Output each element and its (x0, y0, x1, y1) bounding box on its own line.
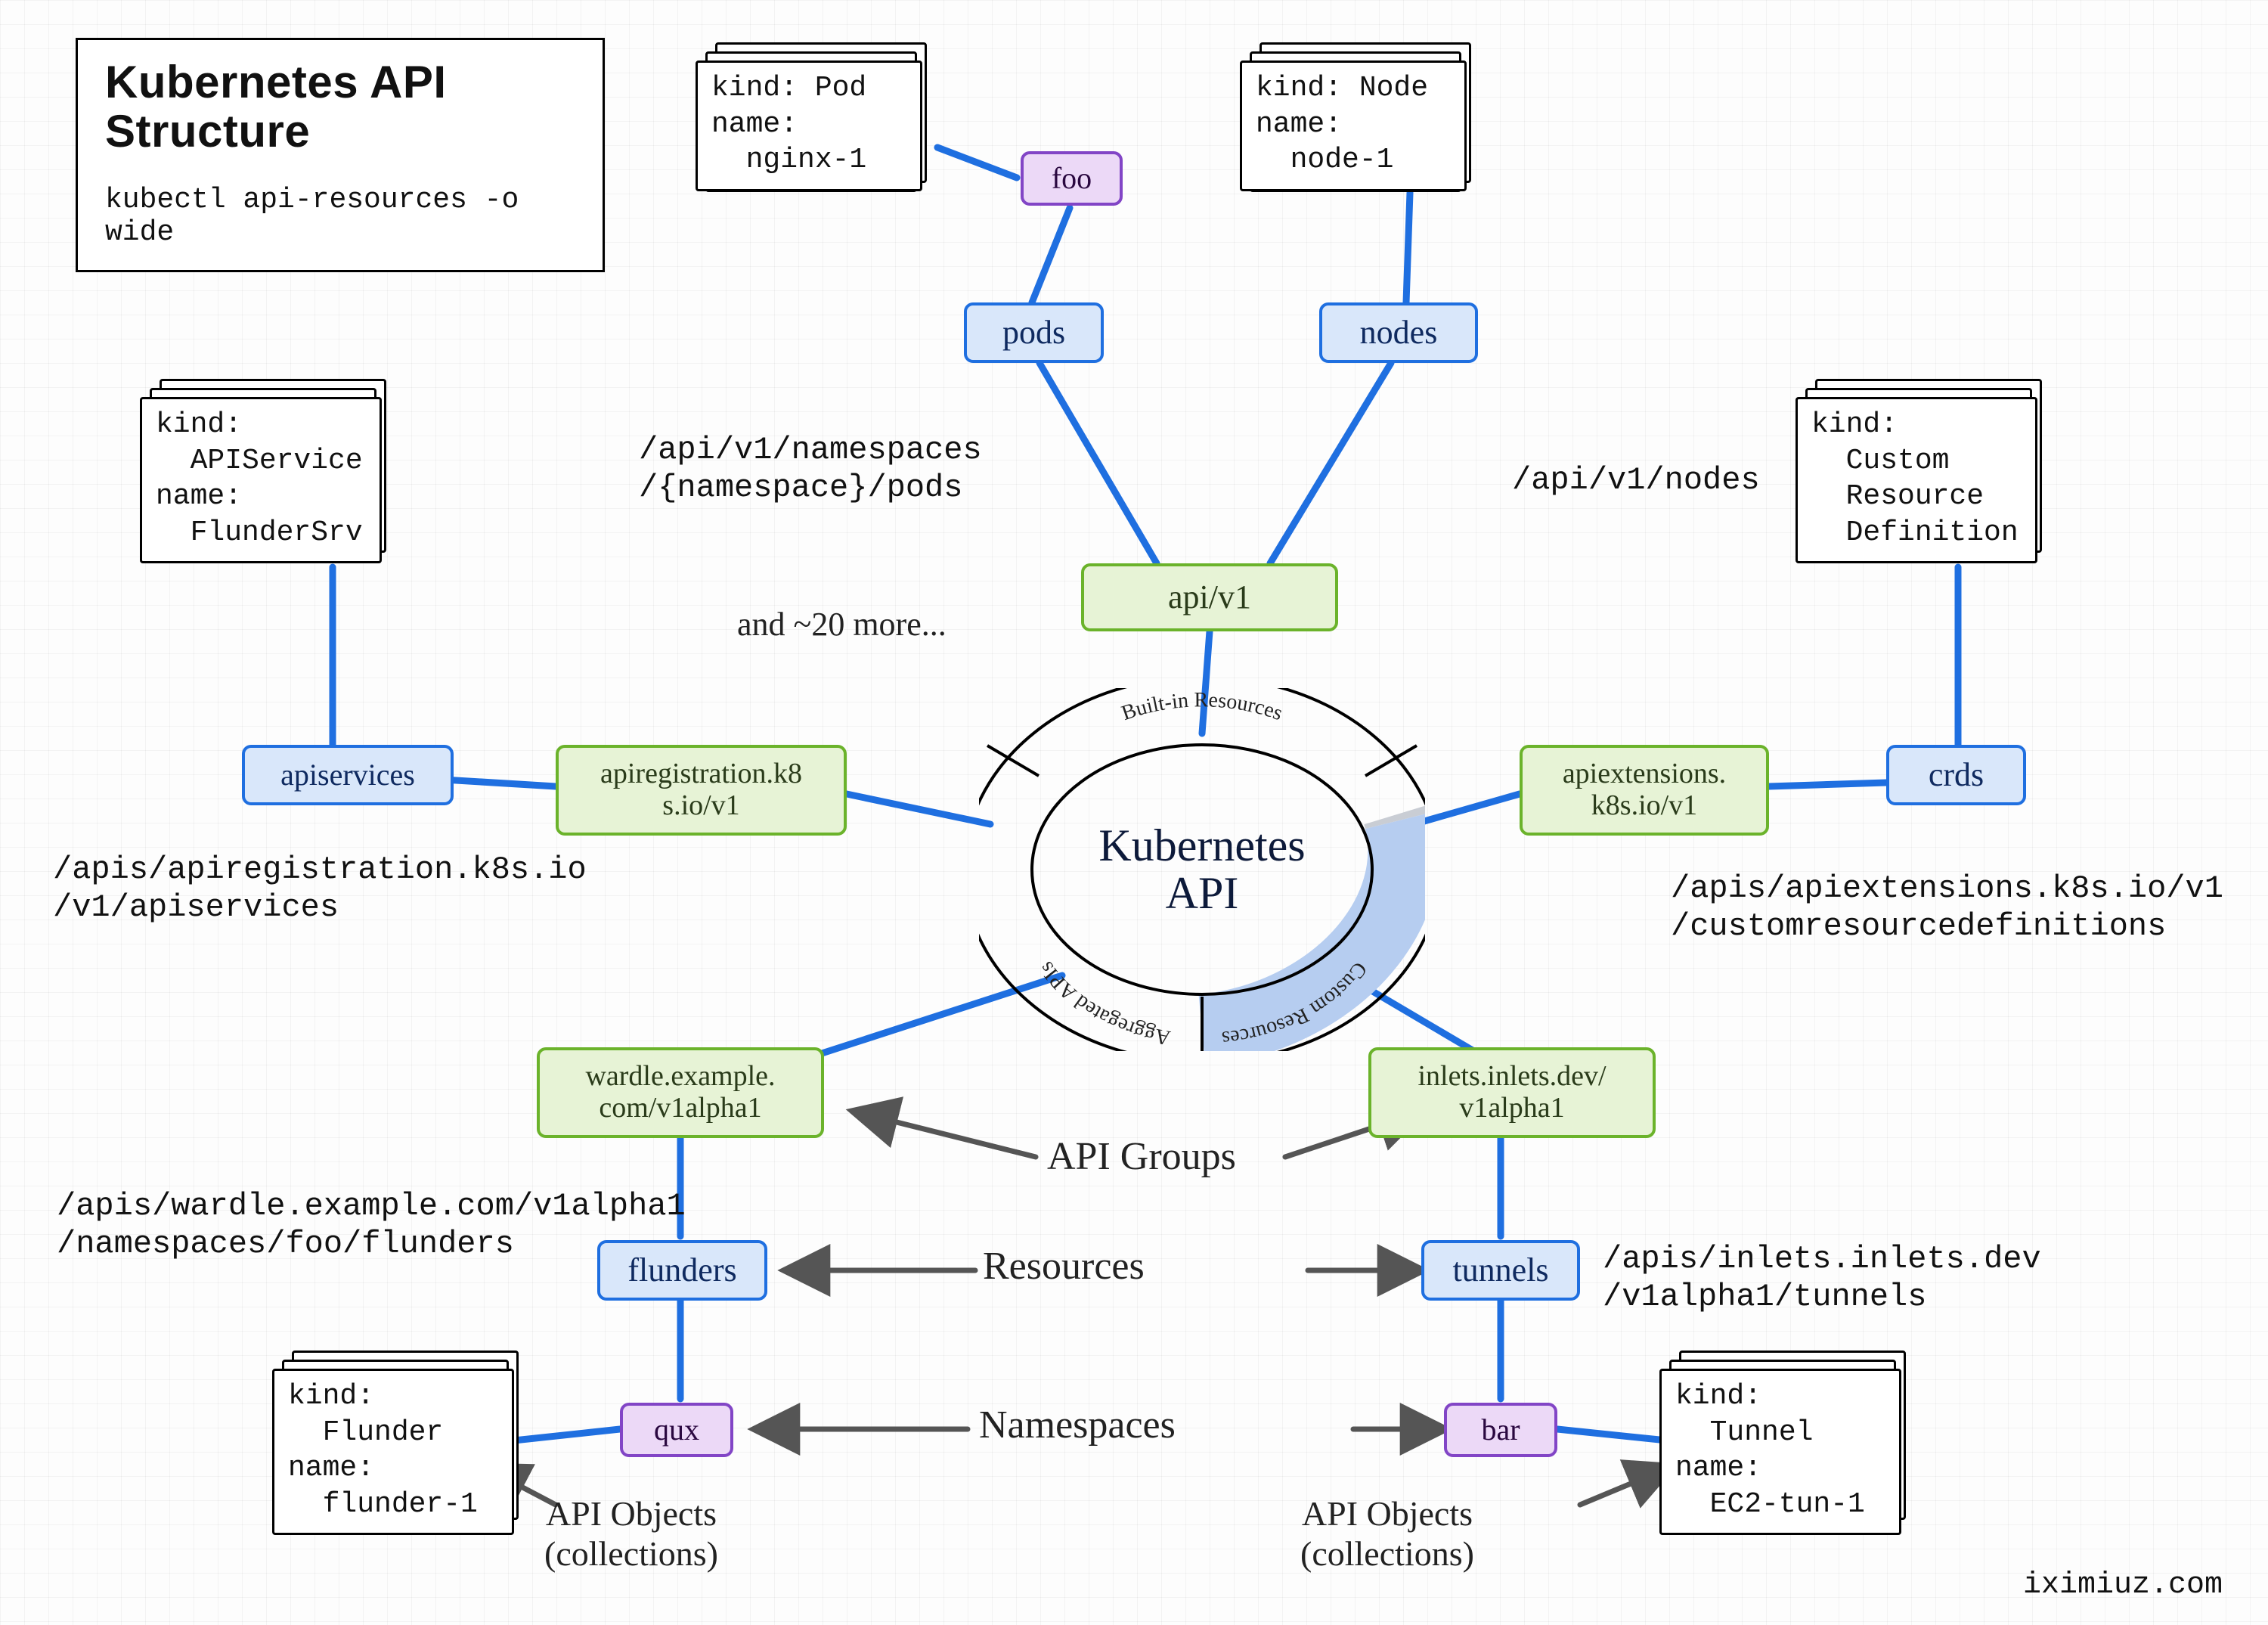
path-crds: /apis/apiextensions.k8s.io/v1 /customres… (1671, 870, 2223, 946)
label-api-objects-right: API Objects (collections) (1300, 1493, 1474, 1574)
label-and-more: and ~20 more... (737, 605, 947, 643)
apigroup-wardle: wardle.example. com/v1alpha1 (537, 1047, 824, 1138)
diagram-canvas: Kubernetes API Structure kubectl api-res… (0, 0, 2268, 1625)
path-inlets: /apis/inlets.inlets.dev /v1alpha1/tunnel… (1603, 1240, 2041, 1316)
ring-segment-builtin: Built-in Resources (1119, 688, 1286, 725)
credit: iximiuz.com (2023, 1568, 2223, 1602)
resource-tunnels: tunnels (1421, 1240, 1580, 1301)
resource-pods: pods (964, 302, 1104, 363)
apigroup-apiregistration: apiregistration.k8 s.io/v1 (556, 745, 847, 836)
namespace-foo: foo (1021, 151, 1123, 206)
path-pods: /api/v1/namespaces /{namespace}/pods (639, 431, 982, 507)
object-pod: kind: Pod name: nginx-1 (696, 45, 922, 176)
path-nodes: /api/v1/nodes (1512, 461, 1760, 499)
path-apiservices: /apis/apiregistration.k8s.io /v1/apiserv… (53, 851, 587, 927)
namespace-qux: qux (620, 1403, 733, 1457)
object-tunnel: kind: Tunnel name: EC2-tun-1 (1659, 1354, 1901, 1520)
path-wardle: /apis/wardle.example.com/v1alpha1 /names… (57, 1187, 686, 1264)
kubectl-command: kubectl api-resources -o wide (105, 184, 575, 249)
title-card: Kubernetes API Structure kubectl api-res… (76, 38, 605, 272)
label-resources: Resources (983, 1244, 1145, 1289)
label-namespaces: Namespaces (979, 1403, 1176, 1447)
object-apiservice: kind: APIService name: FlunderSrv (140, 382, 382, 548)
object-crd: kind: Custom Resource Definition (1796, 382, 2037, 548)
object-node: kind: Node name: node-1 (1240, 45, 1467, 176)
namespace-bar: bar (1444, 1403, 1557, 1457)
apigroup-apiextensions: apiextensions. k8s.io/v1 (1520, 745, 1769, 836)
object-flunder: kind: Flunder name: flunder-1 (272, 1354, 514, 1520)
label-api-objects-left: API Objects (collections) (544, 1493, 718, 1574)
apigroup-inlets: inlets.inlets.dev/ v1alpha1 (1368, 1047, 1656, 1138)
apigroup-api-v1: api/v1 (1081, 563, 1338, 631)
resource-nodes: nodes (1319, 302, 1478, 363)
diagram-title: Kubernetes API Structure (105, 58, 575, 157)
resource-apiservices: apiservices (242, 745, 454, 805)
label-api-groups: API Groups (1047, 1134, 1236, 1179)
resource-crds: crds (1886, 745, 2026, 805)
ring-center-label: Kubernetes API (1098, 822, 1305, 917)
svg-text:Built-in Resources: Built-in Resources (1119, 688, 1286, 725)
api-ring: Built-in Resources Custom Resources Aggr… (979, 688, 1425, 1051)
